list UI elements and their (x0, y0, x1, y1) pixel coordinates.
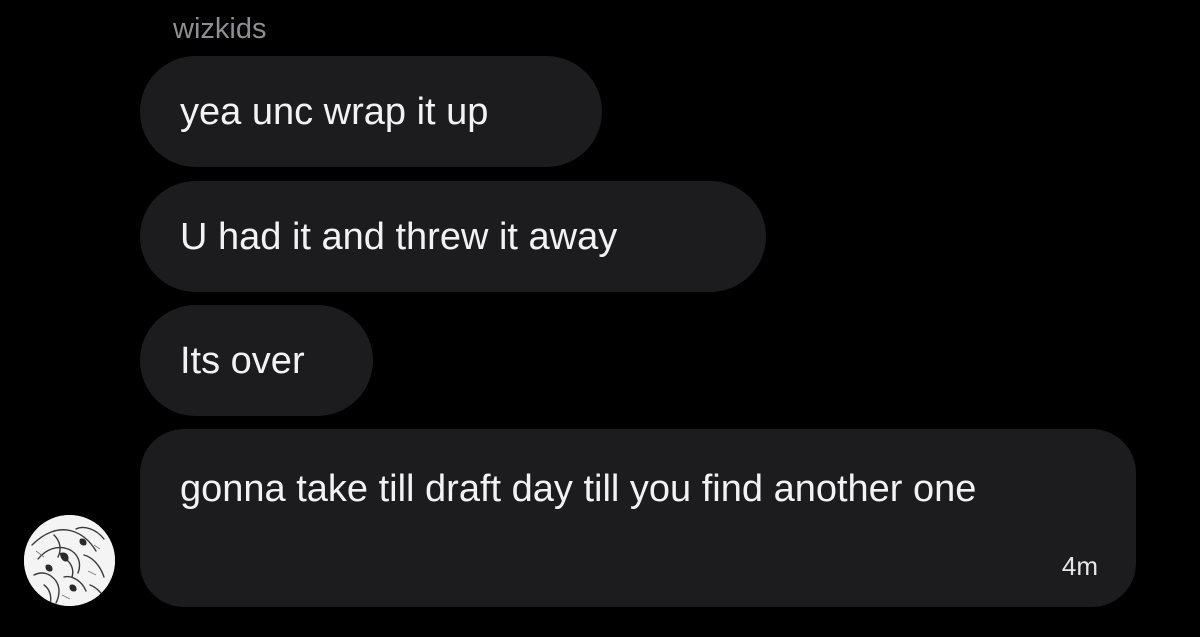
message-timestamp: 4m (1061, 551, 1098, 581)
sender-avatar[interactable] (24, 515, 115, 606)
message-bubble[interactable]: yea unc wrap it up (140, 56, 602, 167)
message-bubble[interactable]: gonna take till draft day till you find … (140, 429, 1136, 607)
message-text: U had it and threw it away (180, 216, 618, 258)
message-text: yea unc wrap it up (180, 91, 489, 133)
message-text: gonna take till draft day till you find … (180, 468, 977, 510)
message-text: Its over (180, 340, 305, 382)
sender-name[interactable]: wizkids (173, 12, 266, 46)
sketch-profile-icon (24, 515, 115, 606)
message-bubble[interactable]: Its over (140, 305, 373, 416)
message-bubble[interactable]: U had it and threw it away (140, 181, 766, 292)
